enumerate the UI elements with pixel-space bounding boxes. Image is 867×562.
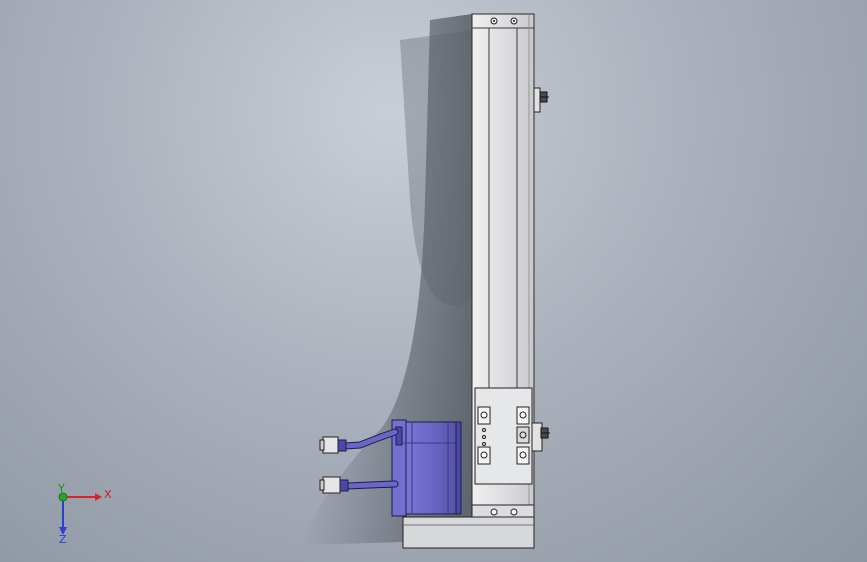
base-plate[interactable] xyxy=(402,516,535,549)
triad-x-arrow xyxy=(95,493,102,501)
servo-motor[interactable] xyxy=(391,419,462,517)
triad-x-label: X xyxy=(104,488,112,501)
reference-triad: X Y Z xyxy=(57,482,112,546)
limit-sensor-lower[interactable] xyxy=(531,422,550,452)
cad-model-view[interactable]: X Y Z xyxy=(0,0,867,562)
graphics-viewport[interactable]: X Y Z xyxy=(0,0,867,562)
triad-y-label: Y xyxy=(57,482,65,495)
limit-sensor-upper[interactable] xyxy=(533,87,549,113)
model-shadow-soft xyxy=(400,30,472,306)
carriage-plate[interactable] xyxy=(474,387,533,485)
triad-z-label: Z xyxy=(59,533,67,546)
